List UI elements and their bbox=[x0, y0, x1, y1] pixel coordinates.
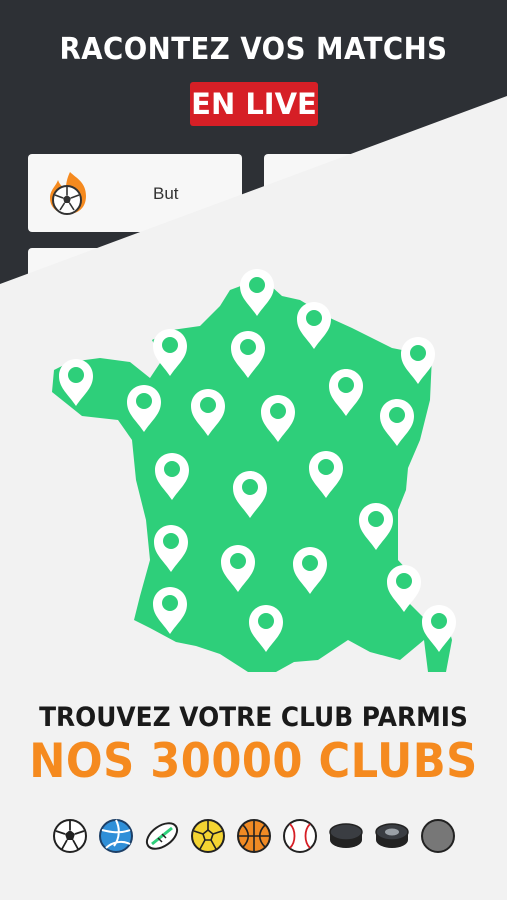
club-count-heading: NOS 30000 CLUBS bbox=[29, 734, 478, 789]
map-pin[interactable] bbox=[59, 359, 93, 406]
find-club-heading: TROUVEZ VOTRE CLUB PARMIS bbox=[39, 702, 468, 733]
map-pin[interactable] bbox=[127, 385, 161, 432]
map-pin[interactable] bbox=[233, 471, 267, 518]
map-pin[interactable] bbox=[155, 453, 189, 500]
map-pin[interactable] bbox=[261, 395, 295, 442]
volleyball-icon[interactable] bbox=[98, 818, 134, 854]
map-pin[interactable] bbox=[249, 605, 283, 652]
basketball-icon[interactable] bbox=[236, 818, 272, 854]
hockey-puck-icon[interactable] bbox=[328, 818, 364, 854]
map-pin[interactable] bbox=[380, 399, 414, 446]
map-pin[interactable] bbox=[154, 525, 188, 572]
map-pin[interactable] bbox=[293, 547, 327, 594]
map-pin[interactable] bbox=[153, 587, 187, 634]
map-pin[interactable] bbox=[422, 605, 456, 652]
map-pin[interactable] bbox=[191, 389, 225, 436]
map-pin[interactable] bbox=[309, 451, 343, 498]
map-pin[interactable] bbox=[359, 503, 393, 550]
baseball-icon[interactable] bbox=[282, 818, 318, 854]
petanque-ball-icon[interactable] bbox=[420, 818, 456, 854]
map-pin[interactable] bbox=[329, 369, 363, 416]
rugby-ball-icon[interactable] bbox=[144, 818, 180, 854]
soccer-ball-icon[interactable] bbox=[52, 818, 88, 854]
sports-row bbox=[52, 818, 458, 858]
map-pin[interactable] bbox=[221, 545, 255, 592]
roller-hockey-puck-icon[interactable] bbox=[374, 818, 410, 854]
map-pin[interactable] bbox=[401, 337, 435, 384]
handball-icon[interactable] bbox=[190, 818, 226, 854]
club-pins bbox=[59, 269, 456, 652]
map-pin[interactable] bbox=[297, 302, 331, 349]
map-pin[interactable] bbox=[240, 269, 274, 316]
map-pin[interactable] bbox=[153, 329, 187, 376]
map-pin[interactable] bbox=[387, 565, 421, 612]
map-pin[interactable] bbox=[231, 331, 265, 378]
